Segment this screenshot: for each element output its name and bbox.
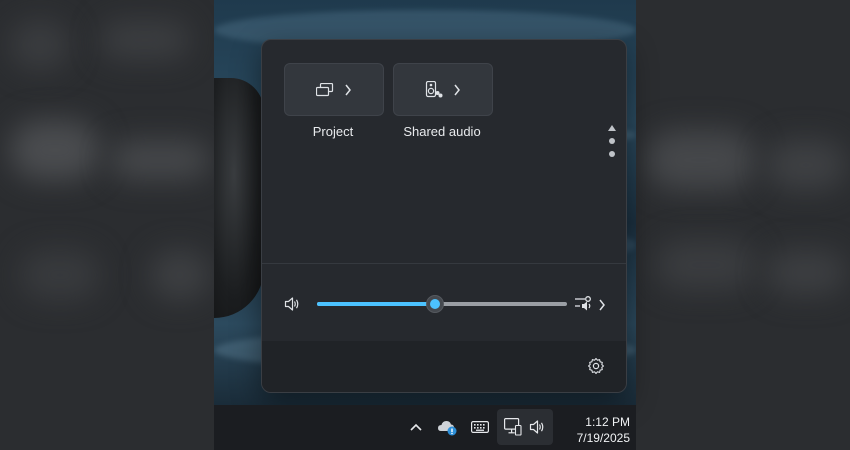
chevron-up-icon[interactable] — [407, 415, 425, 439]
page-up-icon[interactable] — [608, 125, 616, 131]
blurred-background-right — [636, 0, 850, 450]
shared-audio-label: Shared audio — [403, 124, 481, 139]
chevron-right-icon — [453, 84, 461, 96]
shared-audio-tile-button[interactable] — [393, 63, 493, 116]
project-tile-button[interactable] — [284, 63, 384, 116]
page-dot[interactable] — [609, 151, 615, 157]
clock-date: 7/19/2025 — [576, 431, 630, 445]
wallpaper-rock — [214, 78, 264, 318]
chevron-right-icon — [598, 298, 606, 316]
quick-settings-flyout: Project Shared audio — [261, 39, 627, 393]
speaker-icon[interactable] — [527, 415, 547, 439]
speaker-icon[interactable] — [284, 296, 300, 317]
volume-slider-fill — [317, 302, 435, 306]
taskbar: 1:12 PM 7/19/2025 — [214, 405, 636, 450]
network-icon[interactable] — [503, 415, 523, 439]
audio-mixer-icon — [574, 295, 594, 318]
quick-settings-footer — [262, 341, 626, 392]
blurred-background-left — [0, 0, 214, 450]
sound-output-button[interactable] — [574, 295, 606, 318]
keyboard-icon[interactable] — [470, 415, 490, 439]
project-label: Project — [312, 124, 354, 139]
gear-icon[interactable] — [587, 357, 605, 380]
shared-audio-icon — [425, 80, 443, 99]
clock-button[interactable]: 1:12 PM 7/19/2025 — [560, 414, 630, 446]
project-icon — [316, 82, 334, 97]
divider — [262, 263, 626, 264]
volume-slider[interactable] — [317, 295, 567, 313]
volume-slider-thumb[interactable] — [425, 295, 444, 313]
clock-time: 1:12 PM — [585, 415, 630, 429]
page-dot[interactable] — [609, 138, 615, 144]
page-indicator[interactable] — [607, 123, 617, 164]
onedrive-icon[interactable] — [437, 415, 459, 439]
chevron-right-icon — [344, 84, 352, 96]
